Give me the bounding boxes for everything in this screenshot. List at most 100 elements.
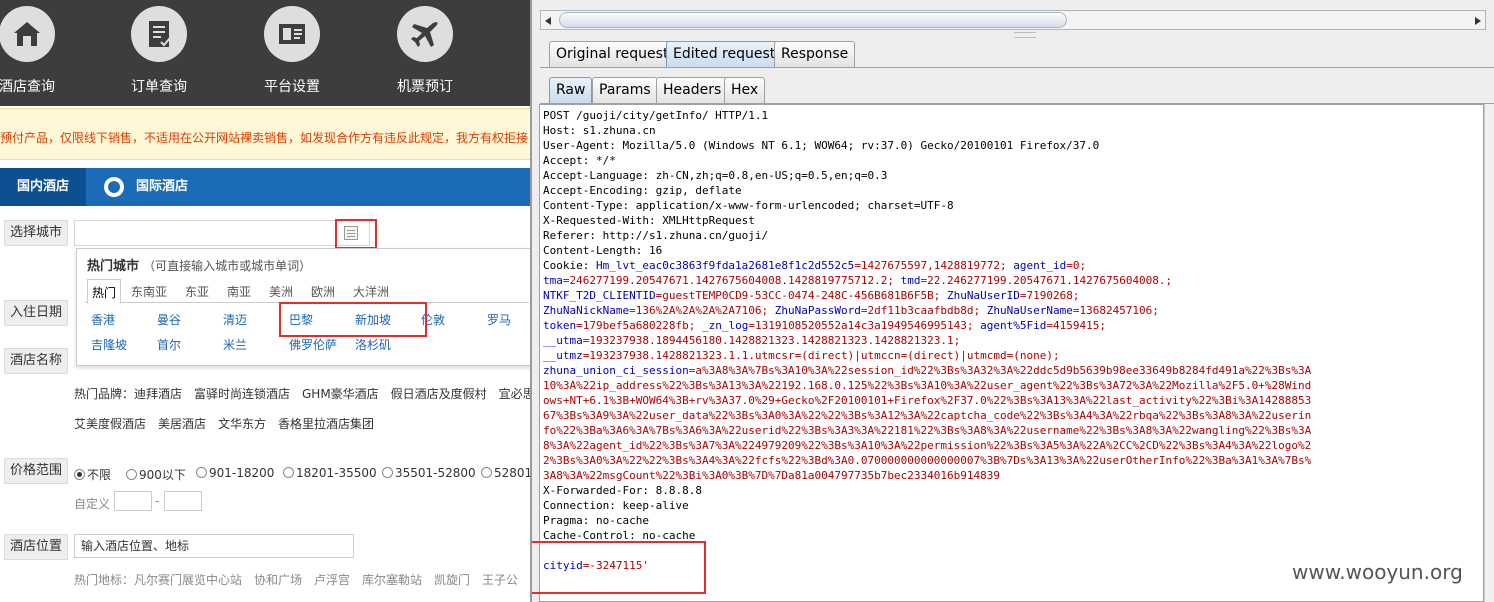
param-value: =a%3A8%3A%7Bs%3A10%3A%22session_id%22%3B…: [688, 364, 1312, 377]
request-line: Host: s1.zhuna.cn: [543, 123, 1311, 138]
param-key: zhuna_union_ci_session: [543, 364, 689, 377]
hotel-tab-bar: 国内酒店 国际酒店: [0, 168, 530, 206]
request-text: Connection: keep-alive: [543, 499, 689, 512]
tab-divider: [540, 67, 1494, 68]
price-option-52801[interactable]: 52801: [481, 466, 530, 480]
location-label: 酒店位置: [4, 534, 68, 560]
nav-label: 平台设置: [264, 79, 320, 95]
param-key: agent%5Fid: [980, 319, 1047, 332]
param-key: ZhuNaUserName: [986, 304, 1073, 317]
request-line: ows+NT+6.1%3B+WOW64%3B+rv%3A37.0%29+Geck…: [543, 393, 1311, 408]
region-tab-southeast-asia[interactable]: 东南亚: [131, 283, 167, 300]
nav-flight-booking[interactable]: 机票预订: [370, 0, 480, 106]
request-text: X-Forwarded-For: 8.8.8.8: [543, 484, 702, 497]
region-tab-hot[interactable]: 热门: [87, 279, 122, 304]
nav-hotel-search[interactable]: 酒店查询: [0, 0, 82, 106]
request-text: Accept-Encoding: gzip, deflate: [543, 184, 742, 197]
raw-request-text[interactable]: POST /guoji/city/getInfo/ HTTP/1.1 Host: …: [543, 108, 1311, 573]
checkin-label: 入住日期: [4, 300, 68, 326]
tab-raw[interactable]: Raw: [549, 77, 593, 104]
price-option-below-900[interactable]: 900以下: [126, 466, 186, 483]
request-line: Content-Type: application/x-www-form-url…: [543, 198, 1311, 213]
param-value: =179bef5a680228fb;: [576, 319, 702, 332]
radio-selected-icon: [74, 469, 85, 480]
param-key: ZhuNaNickName: [543, 304, 630, 317]
city-link[interactable]: 香港: [91, 311, 115, 328]
param-value: =22.246277199.20547671.1427675604008.;: [920, 274, 1173, 287]
param-value: =7190268;: [1019, 289, 1080, 302]
param-key: token: [543, 319, 577, 332]
radio-icon: [126, 469, 137, 480]
location-input[interactable]: 输入酒店位置、地标: [74, 534, 354, 558]
city-label: 选择城市: [4, 220, 68, 246]
request-text: Content-Type: application/x-www-form-url…: [543, 199, 954, 212]
tab-edited-request[interactable]: Edited request: [666, 41, 783, 68]
tab-hex[interactable]: Hex: [724, 77, 766, 104]
request-text: Pragma: no-cache: [543, 514, 649, 527]
param-key: NTKF_T2D_CLIENTID: [543, 289, 656, 302]
radio-icon: [481, 467, 492, 478]
param-value: =136%2A%2A%2A%2A7106;: [629, 304, 775, 317]
arrow-right-icon[interactable]: [1475, 17, 1481, 25]
price-option-35501-52800[interactable]: 35501-52800: [382, 466, 476, 480]
price-option-unlimited[interactable]: 不限: [74, 466, 111, 483]
city-link[interactable]: 吉隆坡: [91, 336, 127, 353]
request-line: Pragma: no-cache: [543, 513, 1311, 528]
highlight-box-cities: [279, 302, 427, 337]
city-link[interactable]: 清迈: [223, 311, 247, 328]
param-value: 2%3Bs%3A0%3A%22%22%3Bs%3A4%3A%22fcfs%22%…: [543, 454, 1312, 467]
hotel-name-label: 酒店名称: [4, 348, 68, 374]
request-line: Accept-Encoding: gzip, deflate: [543, 183, 1311, 198]
param-key: ZhuNaUserID: [947, 289, 1020, 302]
nav-platform-settings[interactable]: 平台设置: [237, 0, 347, 106]
pane-splitter-handle[interactable]: [1014, 32, 1036, 38]
param-value: =2df11b3caafbdb8d;: [860, 304, 987, 317]
request-line: Cookie: Hm_lvt_eac0c3863f9fda1a2681e8f1c…: [543, 258, 1311, 273]
city-link[interactable]: 米兰: [223, 336, 247, 353]
hot-brands-line2: 艾美度假酒店 美居酒店 文华东方 香格里拉酒店集团: [74, 417, 375, 431]
notice-banner: 预付产品，仅限线下销售，不适用在公开网站裸卖销售，如发现合作方有违反此规定，我方…: [0, 108, 530, 160]
city-link[interactable]: 首尔: [157, 336, 181, 353]
nav-order-search[interactable]: 订单查询: [104, 0, 214, 106]
price-option-18201-35500[interactable]: 18201-35500: [283, 466, 377, 480]
vertical-scrollbar[interactable]: [1484, 104, 1494, 602]
price-option-label: 不限: [87, 468, 112, 482]
param-key: Hm_lvt_eac0c3863f9fda1a2681e8f1c2d552c5: [595, 259, 855, 272]
region-tab-east-asia[interactable]: 东亚: [185, 283, 209, 300]
param-value: =4159415;: [1046, 319, 1106, 332]
tab-original-request[interactable]: Original request: [549, 41, 676, 68]
city-link[interactable]: 洛杉矶: [355, 336, 391, 353]
city-link[interactable]: 曼谷: [157, 311, 181, 328]
request-line: 8%3A%22agent_id%22%3Bs%3A7%3A%224979209%…: [543, 438, 1311, 453]
request-line: Referer: http://s1.zhuna.cn/guoji/: [543, 228, 1311, 243]
raw-request-editor[interactable]: POST /guoji/city/getInfo/ HTTP/1.1 Host: …: [539, 104, 1484, 602]
tab-headers[interactable]: Headers: [656, 77, 729, 104]
request-line: 2%3Bs%3A0%3A%22%22%3Bs%3A4%3A%22fcfs%22%…: [543, 453, 1311, 468]
tab-params[interactable]: Params: [592, 77, 658, 104]
tab-response[interactable]: Response: [774, 41, 856, 68]
arrow-left-icon[interactable]: [545, 17, 551, 25]
region-tab-south-asia[interactable]: 南亚: [227, 283, 251, 300]
region-tab-americas[interactable]: 美洲: [269, 283, 293, 300]
popup-title: 热门城市 （可直接输入城市或城市单词）: [87, 255, 311, 274]
city-link[interactable]: 罗马: [487, 311, 511, 328]
region-tab-oceania[interactable]: 大洋洲: [353, 283, 389, 300]
horizontal-scrollbar[interactable]: [540, 10, 1486, 30]
custom-price-min-input[interactable]: [114, 491, 152, 511]
hot-landmarks: 热门地标：凡尔赛门展览中心站 协和广场 卢浮宫 库尔塞勒站 凯旋门 王子公: [74, 573, 519, 587]
request-line: Accept-Language: zh-CN,zh;q=0.8,en-US;q=…: [543, 168, 1311, 183]
price-option-901-18200[interactable]: 901-18200: [196, 466, 274, 480]
scrollbar-thumb[interactable]: [559, 12, 1067, 28]
tab-domestic-hotels[interactable]: 国内酒店: [0, 168, 86, 206]
city-input[interactable]: [74, 220, 370, 246]
id-card-icon: [264, 6, 320, 62]
param-key: _zn_log: [701, 319, 749, 332]
city-link[interactable]: 佛罗伦萨: [289, 336, 337, 353]
request-line: 67%3Bs%3A9%3A%22user_data%22%3Bs%3A0%3A%…: [543, 408, 1311, 423]
param-value: =193237938.1428821323.1.1.utmcsr=(direct…: [582, 349, 1060, 362]
request-line: X-Requested-With: XMLHttpRequest: [543, 213, 1311, 228]
param-value: fo%22%3Ba%3A6%3A%7Bs%3A6%3A%22userid%22%…: [543, 424, 1312, 437]
region-tab-europe[interactable]: 欧洲: [311, 283, 335, 300]
custom-price-label: 自定义: [74, 497, 111, 511]
custom-price-max-input[interactable]: [164, 491, 202, 511]
